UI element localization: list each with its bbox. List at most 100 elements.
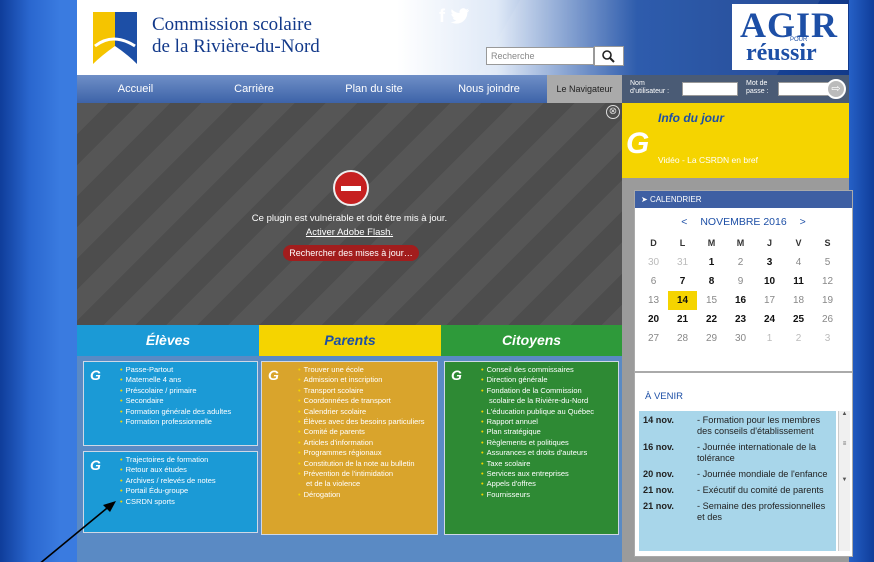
calendar-day[interactable]: 18 (784, 291, 813, 310)
calendar-day[interactable]: 12 (813, 272, 842, 291)
nav-carriere[interactable]: Carrière (194, 75, 314, 103)
calendar-day[interactable]: 3 (755, 253, 784, 272)
list-item[interactable]: Trouver une école (298, 365, 431, 375)
list-item[interactable]: Formation professionnelle (120, 417, 251, 427)
list-item[interactable]: Comité de parents (298, 427, 431, 437)
tab-eleves[interactable]: Élèves (77, 325, 259, 356)
twitter-icon[interactable] (450, 8, 470, 24)
calendar-day[interactable]: 20 (639, 310, 668, 329)
calendar-day[interactable]: 3 (813, 329, 842, 348)
calendar-day[interactable]: 1 (755, 329, 784, 348)
list-item[interactable]: L'éducation publique au Québec (481, 407, 612, 417)
calendar-day[interactable]: 16 (726, 291, 755, 310)
list-item[interactable]: Services aux entreprises (481, 469, 612, 479)
event-item[interactable]: 21 nov. - Semaine des professionnelles et… (643, 501, 832, 523)
calendar-day[interactable]: 31 (668, 253, 697, 272)
list-item[interactable]: Trajectoires de formation (120, 455, 251, 465)
list-item[interactable]: Prévention de l'intimidation (298, 469, 431, 479)
calendar-day[interactable]: 29 (697, 329, 726, 348)
prev-month-icon[interactable]: < (681, 216, 687, 228)
tab-parents[interactable]: Parents (259, 325, 441, 356)
list-item[interactable]: Maternelle 4 ans (120, 375, 251, 385)
calendar-day[interactable]: 2 (726, 253, 755, 272)
navigator-button[interactable]: Le Navigateur (547, 75, 622, 103)
list-item[interactable]: Programmes régionaux (298, 448, 431, 458)
calendar-day[interactable]: 2 (784, 329, 813, 348)
calendar-day[interactable]: 27 (639, 329, 668, 348)
list-item[interactable]: Direction générale (481, 375, 612, 385)
calendar-day[interactable]: 23 (726, 310, 755, 329)
list-item[interactable]: Rapport annuel (481, 417, 612, 427)
calendar-day[interactable]: 5 (813, 253, 842, 272)
next-month-icon[interactable]: > (800, 216, 806, 228)
calendar-day[interactable]: 26 (813, 310, 842, 329)
calendar-day[interactable]: 30 (639, 253, 668, 272)
calendar-day[interactable]: 19 (813, 291, 842, 310)
list-item[interactable]: Transport scolaire (298, 386, 431, 396)
list-item[interactable]: Plan stratégique (481, 427, 612, 437)
list-item[interactable]: Admission et inscription (298, 375, 431, 385)
info-video-link[interactable]: Vidéo - La CSRDN en bref (658, 155, 758, 165)
calendar-day[interactable]: 9 (726, 272, 755, 291)
list-item[interactable]: Taxe scolaire (481, 459, 612, 469)
nav-accueil[interactable]: Accueil (77, 75, 194, 103)
calendar-day[interactable]: 24 (755, 310, 784, 329)
list-item[interactable]: Formation générale des adultes (120, 407, 251, 417)
list-item[interactable]: Conseil des commissaires (481, 365, 612, 375)
login-go-icon[interactable]: ⇨ (826, 79, 846, 99)
calendar-day[interactable]: 11 (784, 272, 813, 291)
list-item[interactable]: Constitution de la note au bulletin (298, 459, 431, 469)
calendar-day[interactable]: 6 (639, 272, 668, 291)
calendar-day[interactable]: 17 (755, 291, 784, 310)
list-item[interactable]: Règlements et politiques (481, 438, 612, 448)
list-item[interactable]: Appels d'offres (481, 479, 612, 489)
list-item[interactable]: Assurances et droits d'auteurs (481, 448, 612, 458)
list-item[interactable]: Secondaire (120, 396, 251, 406)
list-item[interactable]: Archives / relevés de notes (120, 476, 251, 486)
site-title[interactable]: Commission scolaire de la Rivière-du-Nor… (152, 14, 320, 58)
list-item[interactable]: Dérogation (298, 490, 431, 500)
list-item[interactable]: Portail Édu-groupe (120, 486, 251, 496)
event-item[interactable]: 14 nov. - Formation pour les membres des … (643, 415, 832, 437)
calendar-day[interactable]: 28 (668, 329, 697, 348)
event-item[interactable]: 16 nov. - Journée internationale de la to… (643, 442, 832, 464)
calendar-day[interactable]: 7 (668, 272, 697, 291)
activate-flash-link[interactable]: Activer Adobe Flash. (77, 227, 622, 238)
event-scrollbar[interactable]: ▲ ≡ ▼ (838, 411, 850, 551)
search-input[interactable]: Recherche (486, 47, 594, 65)
list-item[interactable]: Passe-Partout (120, 365, 251, 375)
calendar-day[interactable]: 21 (668, 310, 697, 329)
list-item[interactable]: Articles d'information (298, 438, 431, 448)
calendar-day[interactable]: 30 (726, 329, 755, 348)
list-item[interactable]: Fondation de la Commission (481, 386, 612, 396)
event-item[interactable]: 21 nov. - Exécutif du comité de parents (643, 485, 832, 496)
facebook-icon[interactable]: f (439, 6, 445, 26)
event-item[interactable]: 20 nov. - Journée mondiale de l'enfance (643, 469, 832, 480)
close-icon[interactable]: ⊗ (606, 105, 620, 119)
calendar-day[interactable]: 14 (668, 291, 697, 310)
list-item[interactable]: Préscolaire / primaire (120, 386, 251, 396)
calendar-day[interactable]: 15 (697, 291, 726, 310)
calendar-day[interactable]: 1 (697, 253, 726, 272)
username-input[interactable] (682, 82, 738, 96)
calendar-day[interactable]: 22 (697, 310, 726, 329)
list-item[interactable]: et de la violence (306, 479, 431, 489)
update-button[interactable]: Rechercher des mises à jour… (283, 245, 419, 261)
list-item[interactable]: Élèves avec des besoins particuliers (298, 417, 431, 427)
search-button[interactable] (594, 46, 624, 66)
event-list[interactable]: 14 nov. - Formation pour les membres des … (639, 411, 836, 551)
nav-nous-joindre[interactable]: Nous joindre (434, 75, 544, 103)
calendar-day[interactable]: 25 (784, 310, 813, 329)
csrdn-logo-icon[interactable] (87, 6, 143, 68)
list-item[interactable]: scolaire de la Rivière-du-Nord (489, 396, 612, 406)
list-item[interactable]: Retour aux études (120, 465, 251, 475)
list-item[interactable]: Fournisseurs (481, 490, 612, 500)
calendar-day[interactable]: 8 (697, 272, 726, 291)
calendar-day[interactable]: 10 (755, 272, 784, 291)
calendar-day[interactable]: 13 (639, 291, 668, 310)
list-item[interactable]: CSRDN sports (120, 497, 251, 507)
calendar-day[interactable]: 4 (784, 253, 813, 272)
nav-plan-du-site[interactable]: Plan du site (314, 75, 434, 103)
list-item[interactable]: Calendrier scolaire (298, 407, 431, 417)
list-item[interactable]: Coordonnées de transport (298, 396, 431, 406)
